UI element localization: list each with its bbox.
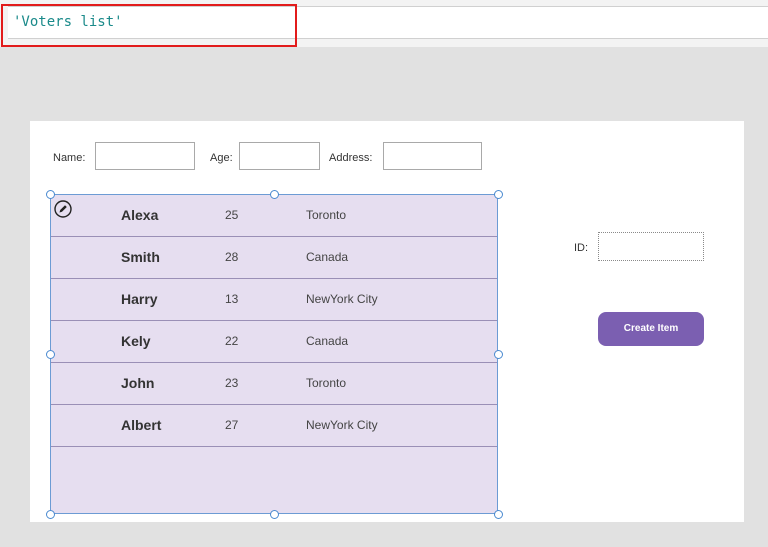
voter-address: Toronto — [306, 376, 347, 390]
voter-name: Albert — [121, 417, 162, 433]
id-input[interactable] — [598, 232, 704, 261]
name-label: Name: — [53, 152, 86, 164]
voter-address: Canada — [306, 250, 349, 264]
voter-age: 25 — [225, 208, 239, 222]
voter-age: 27 — [225, 418, 239, 432]
voter-name: John — [121, 375, 155, 391]
gallery-row[interactable]: Alexa 25 Toronto — [51, 195, 497, 237]
voter-address: NewYork City — [306, 292, 378, 306]
resize-handle-left[interactable] — [45, 349, 55, 359]
voter-address: Toronto — [306, 208, 347, 222]
voter-address: Canada — [306, 334, 349, 348]
voter-address: NewYork City — [306, 418, 378, 432]
gallery-row[interactable]: Smith 28 Canada — [51, 237, 497, 279]
voter-age: 22 — [225, 334, 239, 348]
resize-handle-bottom-right[interactable] — [493, 509, 503, 519]
gallery-row[interactable]: Harry 13 NewYork City — [51, 279, 497, 321]
resize-handle-bottom-left[interactable] — [45, 509, 55, 519]
highlight-annotation — [1, 4, 297, 47]
voter-age: 23 — [225, 376, 239, 390]
voter-age: 13 — [225, 292, 239, 306]
gallery-row[interactable]: Kely 22 Canada — [51, 321, 497, 363]
id-label: ID: — [574, 242, 589, 254]
resize-handle-top-right[interactable] — [493, 189, 503, 199]
formula-bar: 'Voters list' — [0, 0, 768, 47]
gallery-row[interactable]: Albert 27 NewYork City — [51, 405, 497, 447]
resize-handle-top-left[interactable] — [45, 189, 55, 199]
resize-handle-right[interactable] — [493, 349, 503, 359]
app-canvas: Name: Age: Address: Alexa 25 Toronto Smi… — [30, 121, 744, 522]
create-item-button[interactable]: Create Item — [598, 312, 704, 346]
voter-name: Smith — [121, 249, 160, 265]
voter-name: Kely — [121, 333, 151, 349]
name-input[interactable] — [95, 142, 195, 170]
age-input[interactable] — [239, 142, 320, 170]
voter-name: Harry — [121, 291, 158, 307]
resize-handle-top[interactable] — [269, 189, 279, 199]
voter-name: Alexa — [121, 207, 159, 223]
age-label: Age: — [210, 152, 233, 164]
gallery-row[interactable]: John 23 Toronto — [51, 363, 497, 405]
voters-gallery[interactable]: Alexa 25 Toronto Smith 28 Canada Harry 1… — [50, 194, 498, 514]
address-label: Address: — [329, 152, 373, 164]
address-input[interactable] — [383, 142, 482, 170]
resize-handle-bottom[interactable] — [269, 509, 279, 519]
voter-age: 28 — [225, 250, 239, 264]
